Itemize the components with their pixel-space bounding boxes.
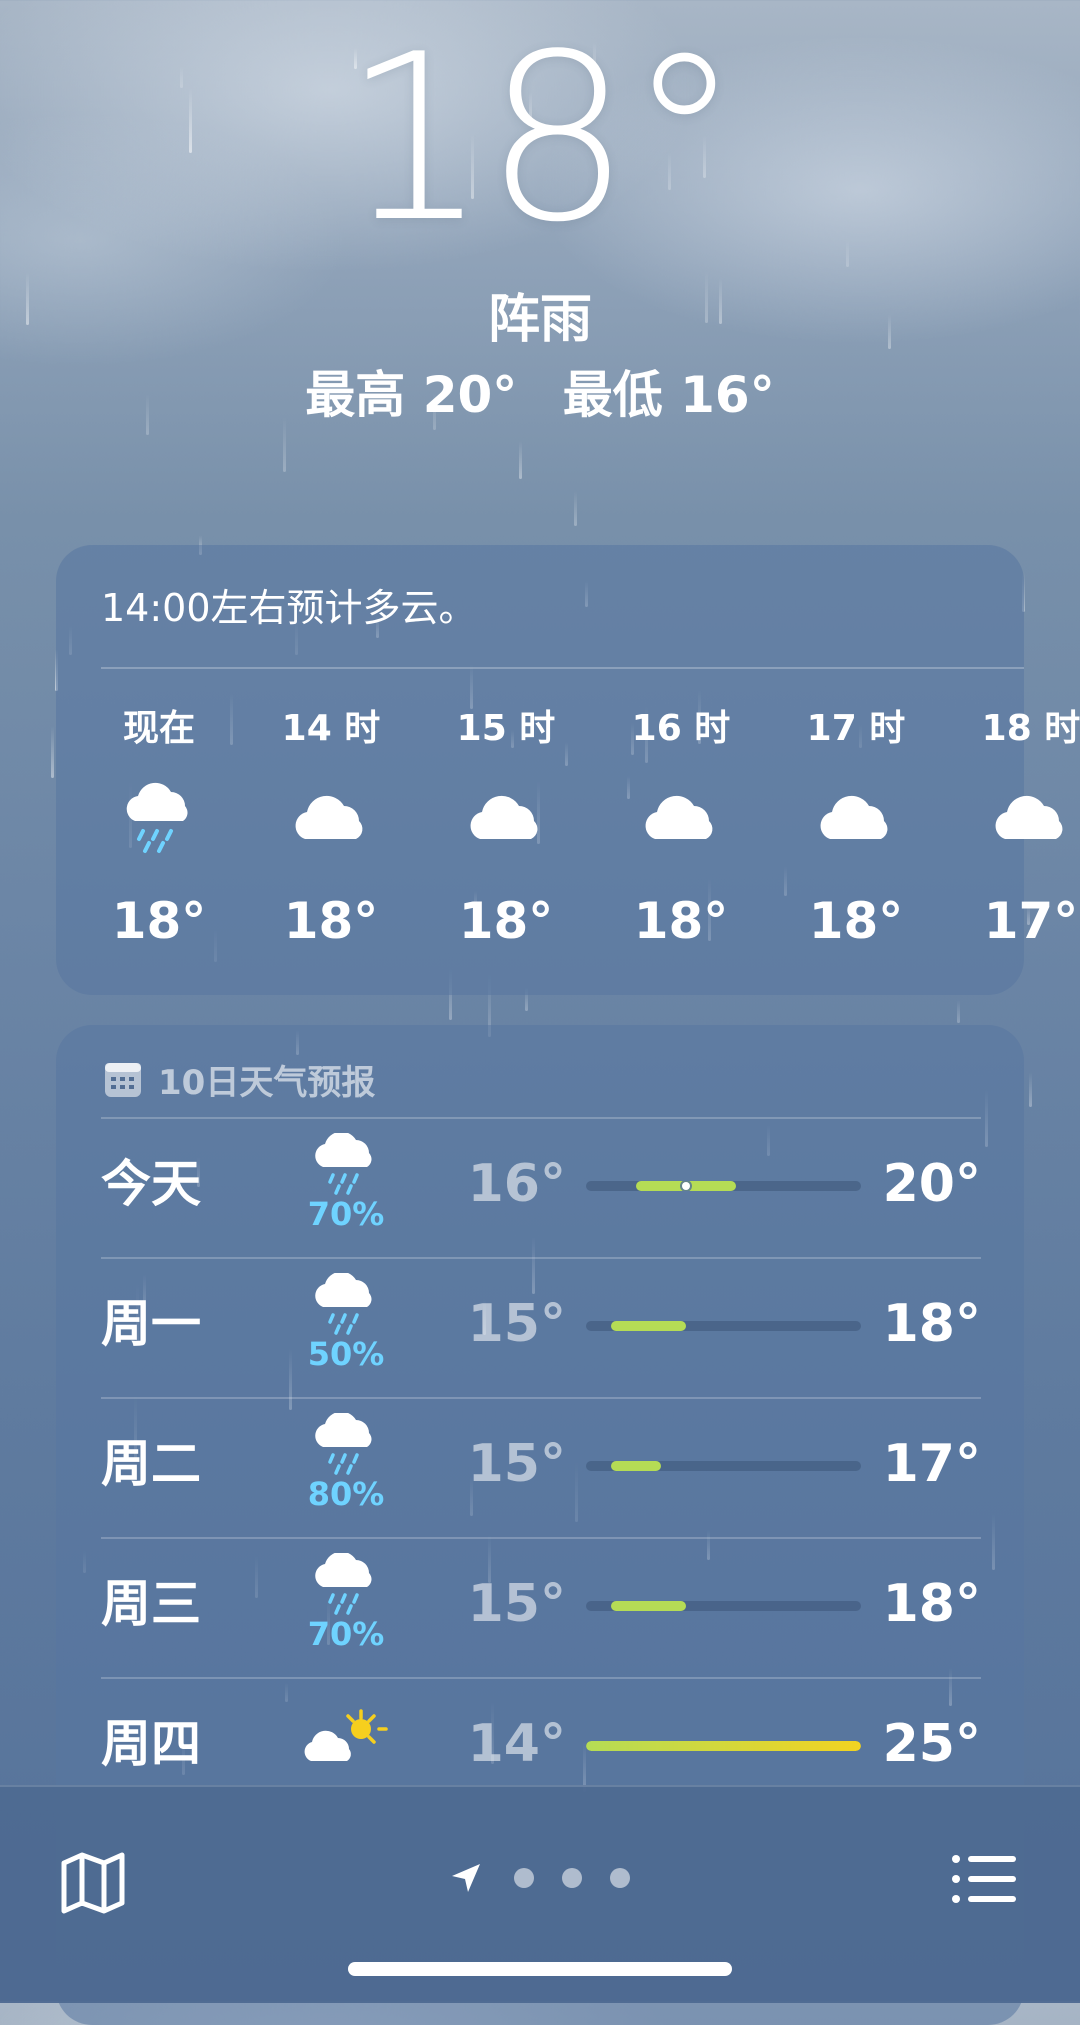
temperature-range-fill	[611, 1461, 661, 1471]
temperature-range-bar	[586, 1181, 861, 1191]
bottom-toolbar	[0, 1785, 1080, 2003]
cloud-rain-icon	[301, 1413, 391, 1483]
cloud-icon	[261, 769, 401, 869]
day-name: 周一	[101, 1295, 201, 1353]
page-dot[interactable]	[562, 1868, 582, 1888]
hourly-summary: 14:00左右预计多云。	[101, 586, 477, 630]
day-row[interactable]: 今天 70% 16° 20°	[101, 1117, 981, 1257]
hour-temperature: 18°	[808, 892, 904, 950]
hour-temperature: 17°	[983, 892, 1079, 950]
rain-streak	[956, 1000, 960, 1023]
day-low: 14°	[467, 1714, 566, 1774]
day-high: 18°	[882, 1574, 981, 1634]
cloud-icon	[961, 769, 1080, 869]
day-low: 15°	[467, 1434, 566, 1494]
ten-day-header: 10日天气预报	[104, 1055, 375, 1104]
temperature-range-fill	[611, 1601, 686, 1611]
hour-label: 18 时	[981, 708, 1080, 749]
temperature-range-fill	[611, 1321, 686, 1331]
day-high: 20°	[882, 1154, 981, 1214]
hourly-item: 18 时 17°	[961, 705, 1080, 951]
page-dot[interactable]	[514, 1868, 534, 1888]
ten-day-title: 10日天气预报	[158, 1063, 376, 1103]
hour-label: 16 时	[631, 708, 731, 749]
temperature-range-bar	[586, 1461, 861, 1471]
day-name: 周四	[101, 1715, 201, 1773]
current-temperature-dot	[682, 1182, 690, 1190]
hour-label: 15 时	[456, 708, 556, 749]
hourly-item: 15 时 18°	[436, 705, 576, 951]
day-low: 15°	[467, 1294, 566, 1354]
list-icon[interactable]	[950, 1849, 1020, 1909]
calendar-icon	[105, 1062, 141, 1097]
hourly-item: 现在 18°	[89, 705, 229, 951]
cloud-rain-icon	[301, 1553, 391, 1623]
partly-sunny-icon	[301, 1709, 391, 1779]
day-row[interactable]: 周一 50% 15° 18°	[101, 1257, 981, 1397]
rain-streak	[50, 725, 54, 778]
day-name: 今天	[101, 1155, 201, 1213]
precipitation-chance: 50%	[307, 1335, 385, 1373]
hour-label: 17 时	[806, 708, 906, 749]
map-icon[interactable]	[58, 1847, 128, 1917]
home-indicator[interactable]	[348, 1962, 732, 1976]
current-condition: 阵雨	[487, 290, 592, 350]
rain-streak	[518, 441, 522, 480]
day-row[interactable]: 周二 80% 15° 17°	[101, 1397, 981, 1537]
temperature-range-bar	[586, 1601, 861, 1611]
page-indicator[interactable]	[450, 1862, 644, 1894]
hour-temperature: 18°	[111, 892, 207, 950]
temperature-range-fill	[586, 1741, 861, 1751]
day-high: 18°	[882, 1294, 981, 1354]
hourly-item: 14 时 18°	[261, 705, 401, 951]
day-low: 15°	[467, 1574, 566, 1634]
cloud-rain-icon	[89, 769, 229, 869]
hour-temperature: 18°	[458, 892, 554, 950]
precipitation-chance: 80%	[307, 1475, 385, 1513]
day-low: 16°	[467, 1154, 566, 1214]
hour-label: 现在	[122, 708, 195, 749]
precipitation-chance: 70%	[307, 1615, 385, 1653]
hourly-item: 17 时 18°	[786, 705, 926, 951]
hourly-item: 16 时 18°	[611, 705, 751, 951]
high-low-temperatures: 最高 20° 最低 16°	[0, 360, 1080, 430]
low-temperature: 最低 16°	[562, 366, 775, 424]
day-high: 25°	[882, 1714, 981, 1774]
cloud-icon	[611, 769, 751, 869]
hourly-forecast-card[interactable]: 14:00左右预计多云。 现在 18° 14 时 18° 15 时 18° 16…	[56, 545, 1080, 995]
cloud-rain-icon	[301, 1273, 391, 1343]
current-temperature: 18°	[342, 6, 742, 273]
cloud-rain-icon	[301, 1133, 391, 1203]
hour-temperature: 18°	[283, 892, 379, 950]
rain-streak	[574, 491, 578, 527]
divider	[101, 667, 1024, 669]
hour-temperature: 18°	[633, 892, 729, 950]
rain-streak	[1028, 1072, 1032, 1107]
cloud-icon	[436, 769, 576, 869]
temperature-range-bar	[586, 1741, 861, 1751]
temperature-range-bar	[586, 1321, 861, 1331]
day-high: 17°	[882, 1434, 981, 1494]
hour-label: 14 时	[281, 708, 381, 749]
location-arrow-icon[interactable]	[450, 1862, 482, 1894]
high-temperature: 最高 20°	[305, 366, 518, 424]
day-name: 周三	[101, 1575, 201, 1633]
precipitation-chance: 70%	[307, 1195, 385, 1233]
cloud-icon	[786, 769, 926, 869]
day-row[interactable]: 周三 70% 15° 18°	[101, 1537, 981, 1677]
day-name: 周二	[101, 1435, 201, 1493]
page-dot[interactable]	[610, 1868, 630, 1888]
